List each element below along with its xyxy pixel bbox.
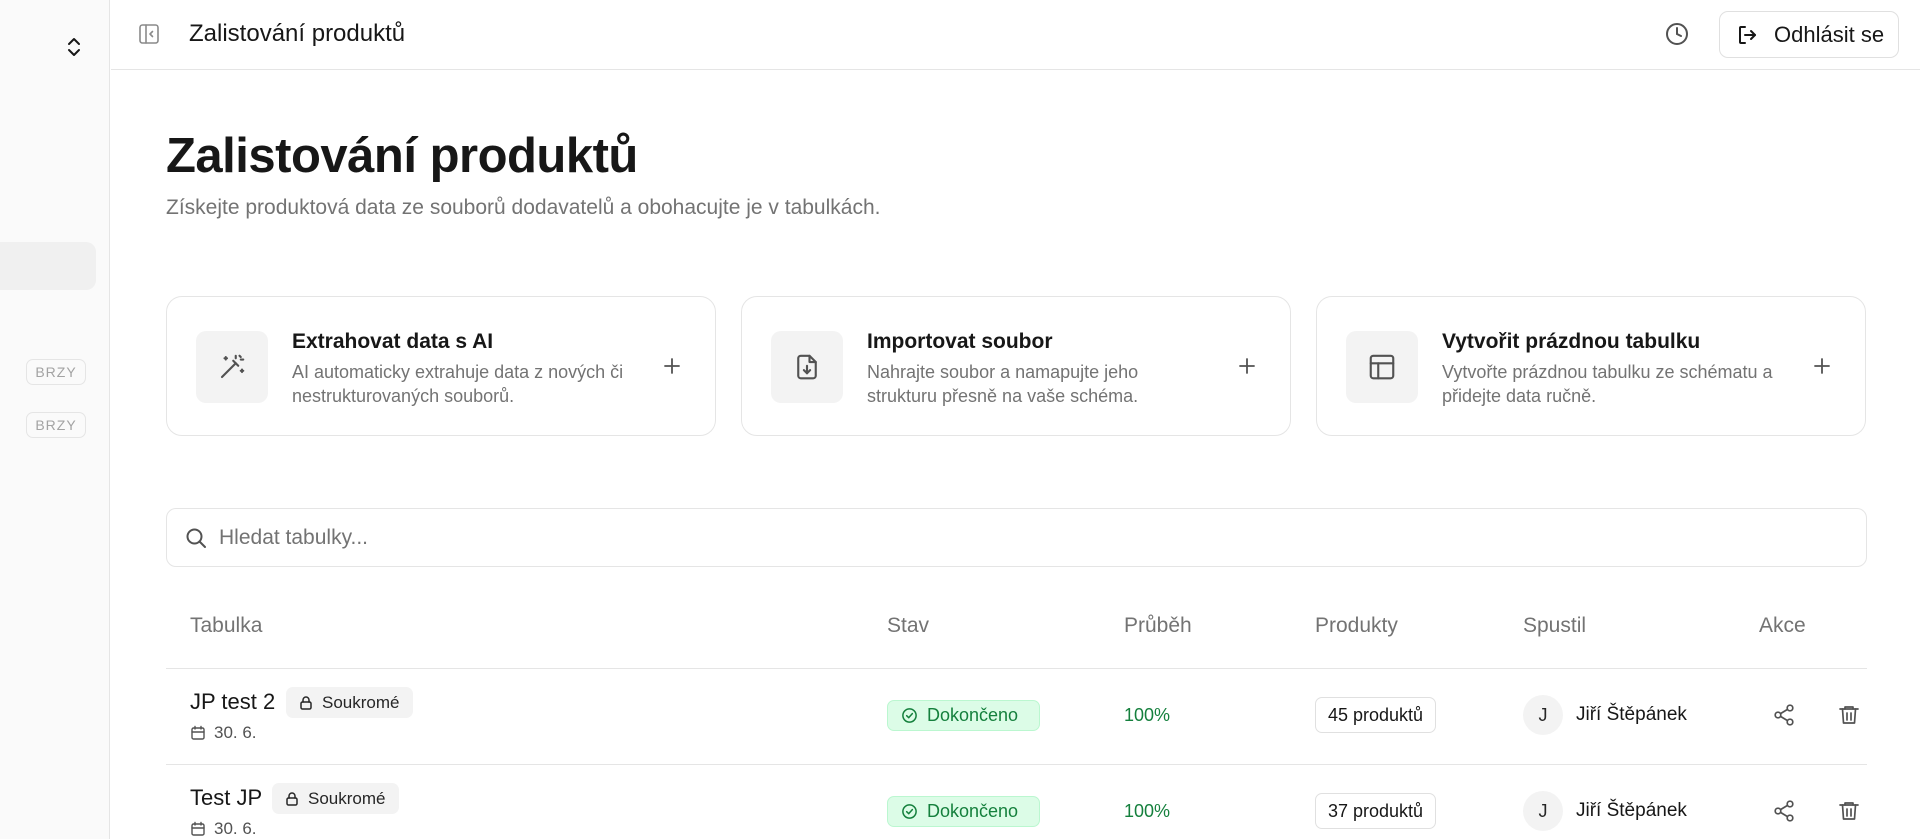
column-header-progress[interactable]: Průběh <box>1124 614 1192 638</box>
visibility-badge: Soukromé <box>272 783 400 814</box>
avatar: J <box>1523 791 1563 831</box>
plus-icon[interactable] <box>659 353 685 379</box>
sidebar-toggle-icon[interactable] <box>137 22 161 46</box>
topbar-title: Zalistování produktů <box>189 20 406 47</box>
topbar: Zalistování produktů Odhlásit se <box>111 0 1920 70</box>
extract-ai-card[interactable]: Extrahovat data s AI AI automaticky extr… <box>166 296 716 436</box>
workspace-switcher-chevrons-icon[interactable] <box>64 34 84 60</box>
search-input[interactable] <box>219 521 1839 555</box>
products-count-badge: 45 produktů <box>1315 697 1437 733</box>
lock-icon <box>286 791 298 806</box>
table-name[interactable]: JP test 2 <box>190 689 275 715</box>
check-circle-icon <box>902 804 917 819</box>
column-header-status[interactable]: Stav <box>887 614 929 638</box>
products-count-badge: 37 produktů <box>1315 793 1437 829</box>
logout-button[interactable]: Odhlásit se <box>1719 11 1899 58</box>
table-icon <box>1346 331 1418 403</box>
status-label: Dokončeno <box>927 705 1019 725</box>
logout-label: Odhlásit se <box>1774 21 1885 47</box>
column-header-run-by[interactable]: Spustil <box>1523 614 1586 638</box>
table-divider <box>166 764 1867 765</box>
page-subtitle: Získejte produktová data ze souborů doda… <box>166 196 881 219</box>
plus-icon[interactable] <box>1234 353 1260 379</box>
share-icon[interactable] <box>1770 797 1798 825</box>
calendar-icon <box>191 821 205 836</box>
visibility-label: Soukromé <box>322 692 400 712</box>
logout-icon <box>1739 25 1756 44</box>
import-file-card[interactable]: Importovat soubor Nahrajte soubor a nama… <box>741 296 1291 436</box>
row-date: 30. 6. <box>190 819 257 839</box>
sidebar-active-item[interactable] <box>0 242 96 290</box>
file-import-icon <box>771 331 843 403</box>
share-icon[interactable] <box>1770 701 1798 729</box>
sidebar: BRZY BRZY <box>0 0 110 839</box>
column-header-actions: Akce <box>1759 614 1806 637</box>
progress-value: 100% <box>1124 801 1171 821</box>
runner-name: Jiří Štěpánek <box>1576 800 1687 821</box>
card-description: Nahrajte soubor a namapujte jeho struktu… <box>867 362 1139 406</box>
card-description: AI automaticky extrahuje data z nových č… <box>292 362 624 406</box>
magic-wand-icon <box>196 331 268 403</box>
date-label: 30. 6. <box>214 819 257 838</box>
create-empty-table-card[interactable]: Vytvořit prázdnou tabulku Vytvořte prázd… <box>1316 296 1866 436</box>
status-label: Dokončeno <box>927 801 1019 821</box>
column-header-products[interactable]: Produkty <box>1315 614 1398 638</box>
page-title: Zalistování produktů <box>166 129 638 183</box>
soon-badge: BRZY <box>26 412 86 438</box>
runner-name: Jiří Štěpánek <box>1576 704 1687 725</box>
card-title: Importovat soubor <box>867 330 1053 353</box>
progress-value: 100% <box>1124 705 1171 725</box>
table-name[interactable]: Test JP <box>190 785 262 811</box>
search-icon <box>184 526 208 550</box>
table-divider <box>166 668 1867 669</box>
date-label: 30. 6. <box>214 723 257 742</box>
history-icon[interactable] <box>1663 20 1691 48</box>
column-header-table[interactable]: Tabulka <box>190 614 262 638</box>
card-title: Vytvořit prázdnou tabulku <box>1442 330 1701 353</box>
visibility-label: Soukromé <box>308 788 386 808</box>
status-badge: Dokončeno <box>887 700 1040 731</box>
card-title: Extrahovat data s AI <box>292 330 494 353</box>
lock-icon <box>300 695 312 710</box>
card-description: Vytvořte prázdnou tabulku ze schématu a … <box>1442 362 1773 406</box>
trash-icon[interactable] <box>1835 797 1863 825</box>
trash-icon[interactable] <box>1835 701 1863 729</box>
soon-badge: BRZY <box>26 359 86 385</box>
check-circle-icon <box>902 708 917 723</box>
visibility-badge: Soukromé <box>286 687 414 718</box>
calendar-icon <box>191 725 205 740</box>
search-box <box>166 508 1867 567</box>
plus-icon[interactable] <box>1809 353 1835 379</box>
avatar: J <box>1523 695 1563 735</box>
status-badge: Dokončeno <box>887 796 1040 827</box>
row-date: 30. 6. <box>190 723 257 743</box>
